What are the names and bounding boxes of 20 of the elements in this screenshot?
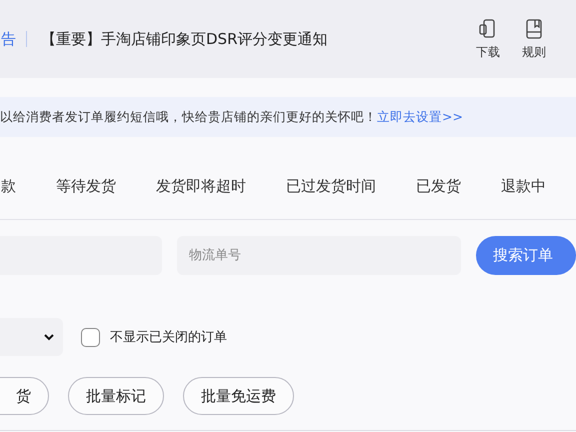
search-button[interactable]: 搜索订单 xyxy=(476,236,576,275)
dropdown[interactable] xyxy=(0,318,63,356)
tool-button[interactable]: 规则 xyxy=(522,18,546,60)
batch-action-button[interactable]: 批量免运费 xyxy=(183,377,294,415)
order-tab[interactable]: 已发货 xyxy=(416,177,461,196)
checkbox[interactable] xyxy=(81,328,100,346)
checkbox-label: 不显示已关闭的订单 xyxy=(110,329,227,346)
batch-action-button[interactable]: 货 xyxy=(0,377,49,415)
batch-action-button[interactable]: 批量标记 xyxy=(68,377,164,415)
order-tab[interactable]: 已过发货时间 xyxy=(286,177,376,196)
tracking-number-field[interactable]: 物流单号 xyxy=(177,236,461,275)
banner-text: 以给消费者发订单履约短信哦，快给贵店铺的亲们更好的关怀吧！立即去设置>> xyxy=(0,108,463,126)
tool-button[interactable]: 下载 xyxy=(476,18,500,60)
order-tab[interactable]: 发货即将超时 xyxy=(156,177,246,196)
section-label[interactable]: 告 xyxy=(1,30,16,48)
order-tab[interactable]: 等待发货 xyxy=(56,177,116,196)
order-tab[interactable]: 退款中 xyxy=(501,177,546,196)
settings-link[interactable]: 立即去设置>> xyxy=(377,108,463,124)
notice-title[interactable]: 【重要】手淘店铺印象页DSR评分变更通知 xyxy=(41,30,476,48)
order-tab[interactable]: 款 xyxy=(1,177,16,196)
